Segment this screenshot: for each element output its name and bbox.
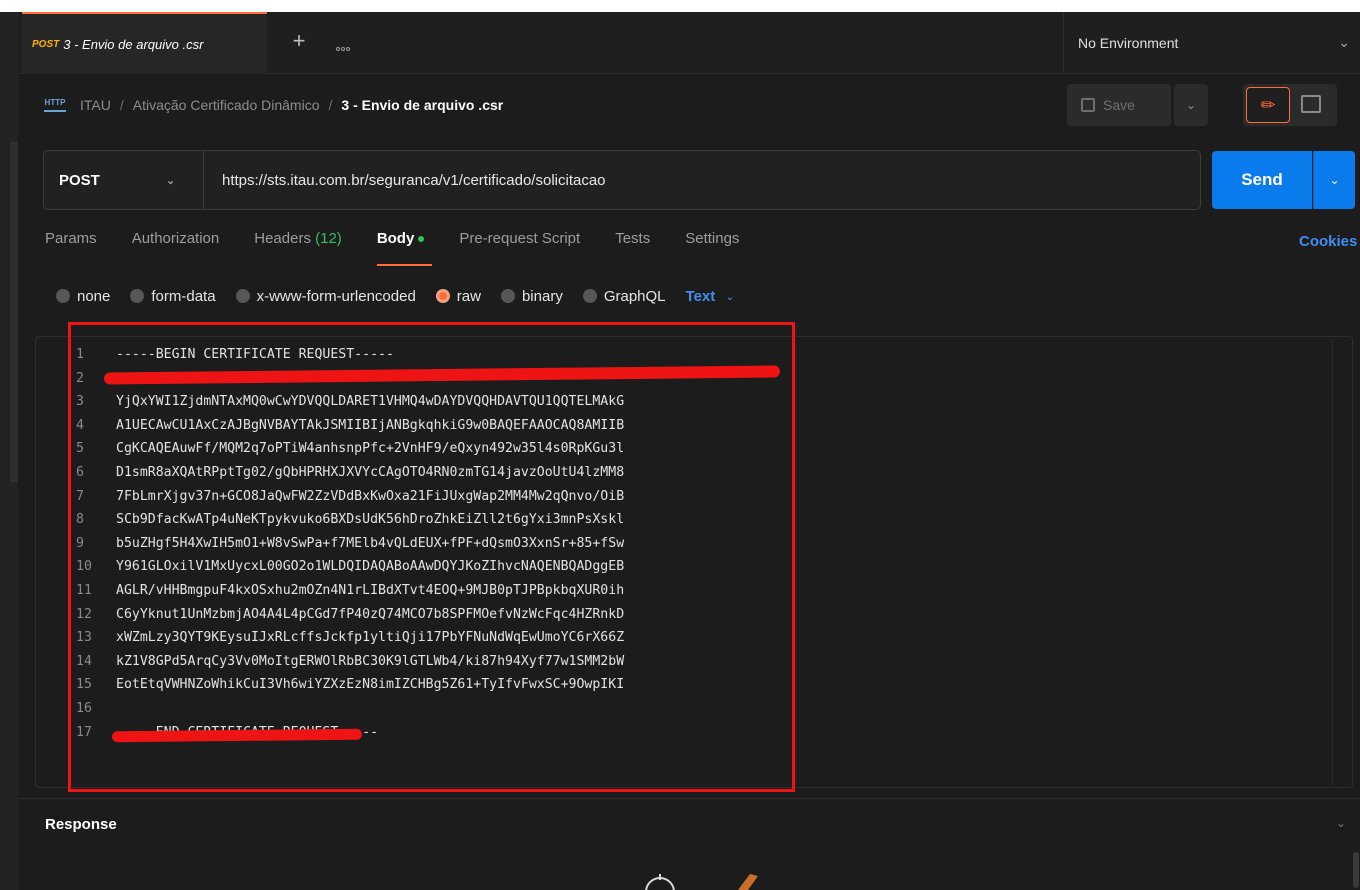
edit-toggle-group: ✏ (1243, 84, 1337, 126)
tab-headers-label: Headers (254, 230, 311, 247)
raw-format-select[interactable]: Text ⌄ (686, 288, 735, 305)
window-top-strip (0, 0, 1360, 12)
sidebar-handle[interactable] (10, 142, 18, 482)
chevron-down-icon: ⌄ (1185, 98, 1197, 112)
tab-tests[interactable]: Tests (615, 230, 650, 260)
new-tab-plus-icon[interactable]: + (288, 30, 310, 53)
radio-dot (56, 289, 70, 303)
method-select[interactable]: POST ⌄ (44, 151, 204, 209)
chevron-down-icon: ⌄ (1338, 34, 1350, 50)
chevron-down-icon: ⌄ (1329, 173, 1340, 187)
tab-params[interactable]: Params (45, 230, 97, 260)
radio-raw-label: raw (456, 287, 481, 305)
tab-bar: POST 3 - Envio de arquivo .csr + No Envi… (18, 12, 1360, 74)
tab-settings[interactable]: Settings (685, 230, 739, 260)
body-indicator-dot (418, 236, 425, 243)
radio-dot (235, 289, 250, 303)
tab-headers[interactable]: Headers (12) (254, 230, 342, 260)
send-button[interactable]: Send (1212, 151, 1312, 209)
tab-body-label: Body (376, 230, 415, 247)
tab-authorization[interactable]: Authorization (132, 230, 220, 260)
response-illustration (645, 874, 758, 890)
url-input[interactable]: https://sts.itau.com.br/seguranca/v1/cer… (222, 151, 606, 209)
response-divider[interactable] (18, 798, 1360, 799)
breadcrumb-collection[interactable]: ITAU (80, 97, 111, 113)
save-label: Save (1103, 97, 1135, 113)
breadcrumb-folder[interactable]: Ativação Certificado Dinâmico (133, 97, 320, 113)
response-title: Response (45, 816, 117, 833)
radio-graphql[interactable]: GraphQL (582, 287, 666, 305)
breadcrumb-separator: / (328, 97, 333, 113)
breadcrumb: HTTP ITAU / Ativação Certificado Dinâmic… (44, 93, 503, 117)
radio-urlencoded[interactable]: x-www-form-urlencoded (235, 287, 416, 305)
cookies-link[interactable]: Cookies (1299, 233, 1357, 250)
environment-label: No Environment (1078, 35, 1179, 51)
radio-dot (582, 289, 597, 303)
environment-select[interactable]: No Environment ⌄ (1063, 12, 1360, 74)
radio-dot-selected (435, 289, 450, 303)
send-dropdown-button[interactable]: ⌄ (1313, 151, 1355, 209)
save-button[interactable]: Save (1067, 84, 1171, 126)
chevron-down-icon[interactable]: ⌄ (1336, 816, 1346, 830)
radio-binary-label: binary (521, 287, 563, 305)
radio-form-data-label: form-data (151, 287, 216, 305)
more-options-icon[interactable] (336, 38, 352, 51)
chevron-down-icon: ⌄ (166, 174, 176, 187)
tab-body[interactable]: Body (376, 230, 432, 266)
breadcrumb-current[interactable]: 3 - Envio de arquivo .csr (341, 97, 503, 113)
radio-raw[interactable]: raw (435, 287, 481, 305)
radio-urlencoded-label: x-www-form-urlencoded (256, 287, 416, 305)
chevron-down-icon: ⌄ (725, 290, 735, 303)
comment-icon[interactable] (1301, 95, 1321, 113)
radio-dot (130, 289, 145, 303)
left-sidebar-rail (0, 12, 18, 890)
radio-none-label: none (77, 287, 111, 305)
url-bar: POST ⌄ https://sts.itau.com.br/seguranca… (43, 150, 1201, 210)
pencil-icon[interactable]: ✏ (1246, 87, 1290, 123)
request-tab[interactable]: POST 3 - Envio de arquivo .csr (22, 12, 267, 74)
raw-format-label: Text (685, 287, 716, 305)
method-label: POST (59, 171, 100, 189)
tab-method: POST (32, 38, 60, 50)
breadcrumb-separator: / (119, 97, 124, 113)
save-disk-icon (1081, 98, 1095, 112)
radio-form-data[interactable]: form-data (130, 287, 216, 305)
radio-graphql-label: GraphQL (603, 287, 666, 305)
tab-pre-request-script[interactable]: Pre-request Script (459, 230, 580, 260)
request-tabs: Params Authorization Headers (12) Body P… (45, 230, 774, 270)
response-scrollbar[interactable] (1353, 852, 1359, 888)
editor-scrollbar[interactable] (1332, 339, 1352, 785)
annotation-red-box (68, 322, 795, 792)
tab-name: 3 - Envio de arquivo .csr (63, 36, 204, 52)
radio-dot (500, 289, 515, 303)
save-dropdown-button[interactable]: ⌄ (1174, 84, 1208, 126)
http-request-icon: HTTP (44, 98, 66, 112)
radio-none[interactable]: none (56, 288, 110, 305)
radio-binary[interactable]: binary (500, 287, 563, 305)
headers-count-badge: (12) (315, 230, 342, 247)
body-type-selector: none form-data x-www-form-urlencoded raw… (56, 286, 734, 306)
